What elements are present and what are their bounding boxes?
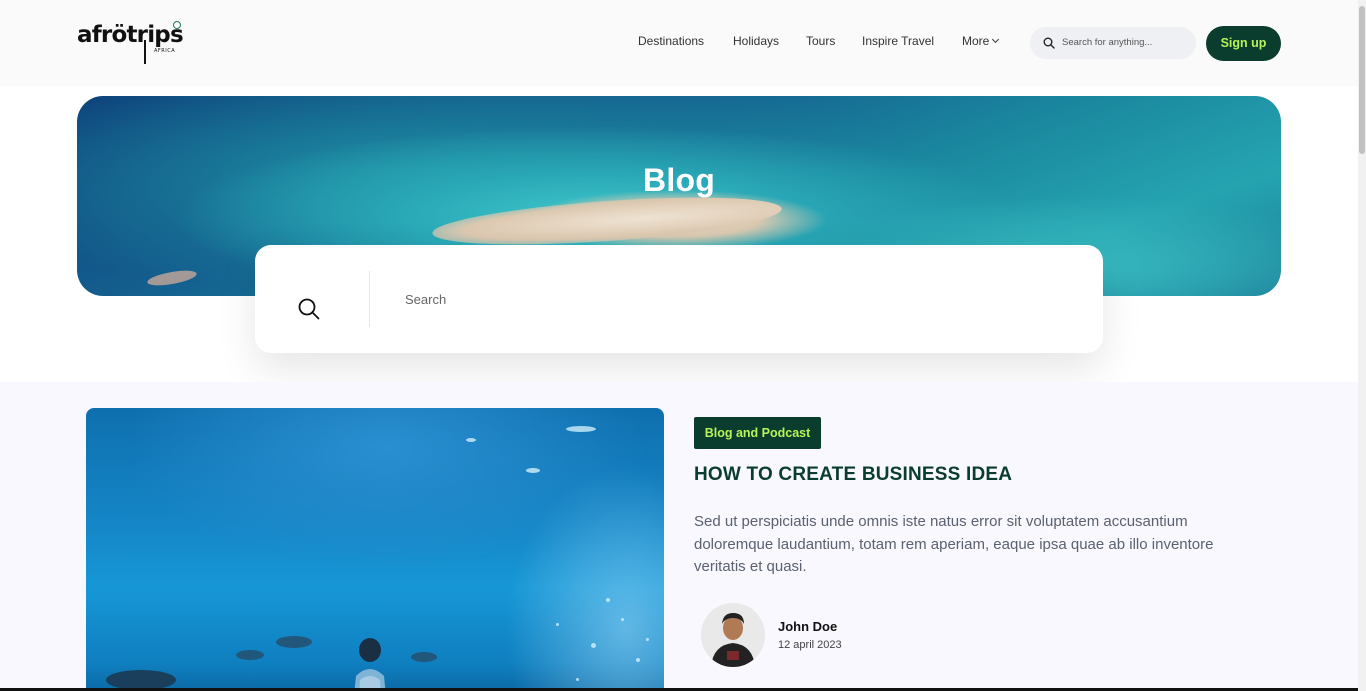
logo-text: afrötrips	[77, 22, 184, 48]
signup-button[interactable]: Sign up	[1206, 26, 1281, 61]
post-image[interactable]	[86, 408, 664, 691]
nav-item-more[interactable]: More	[962, 34, 1000, 48]
post-date: 12 april 2023	[778, 639, 842, 651]
header-search[interactable]: Search for anything...	[1030, 27, 1196, 59]
brand-logo[interactable]: afrötrips AFRICA	[77, 20, 187, 66]
diver-figure	[354, 638, 386, 691]
post-title[interactable]: HOW TO CREATE BUSINESS IDEA	[694, 464, 1012, 486]
hero-islet	[146, 267, 198, 289]
logo-bar	[144, 40, 146, 64]
page-title: Blog	[643, 162, 715, 198]
author-avatar	[701, 603, 765, 667]
blog-search-card	[255, 245, 1103, 353]
logo-dot-icon	[173, 21, 181, 29]
blog-search-input[interactable]	[405, 287, 1055, 311]
header-search-placeholder: Search for anything...	[1062, 37, 1153, 48]
nav-item-destinations[interactable]: Destinations	[638, 34, 704, 48]
logo-subtext: AFRICA	[154, 48, 176, 54]
nav-more-label: More	[962, 34, 990, 48]
nav-item-tours[interactable]: Tours	[806, 34, 835, 48]
scrollbar-thumb[interactable]	[1359, 6, 1365, 154]
search-icon	[1043, 37, 1055, 49]
blog-content: Blog and Podcast HOW TO CREATE BUSINESS …	[0, 382, 1358, 691]
search-icon[interactable]	[298, 298, 320, 320]
post-excerpt: Sed ut perspiciatis unde omnis iste natu…	[694, 513, 1214, 575]
nav-item-holidays[interactable]: Holidays	[733, 34, 779, 48]
author-name[interactable]: John Doe	[778, 619, 837, 634]
post-category-badge[interactable]: Blog and Podcast	[694, 417, 821, 449]
nav-item-inspire-travel[interactable]: Inspire Travel	[862, 34, 934, 48]
page-scrollbar[interactable]	[1358, 0, 1366, 691]
site-header: afrötrips AFRICA Destinations Holidays T…	[0, 0, 1358, 86]
chevron-down-icon	[992, 35, 1000, 44]
search-divider	[369, 271, 370, 327]
